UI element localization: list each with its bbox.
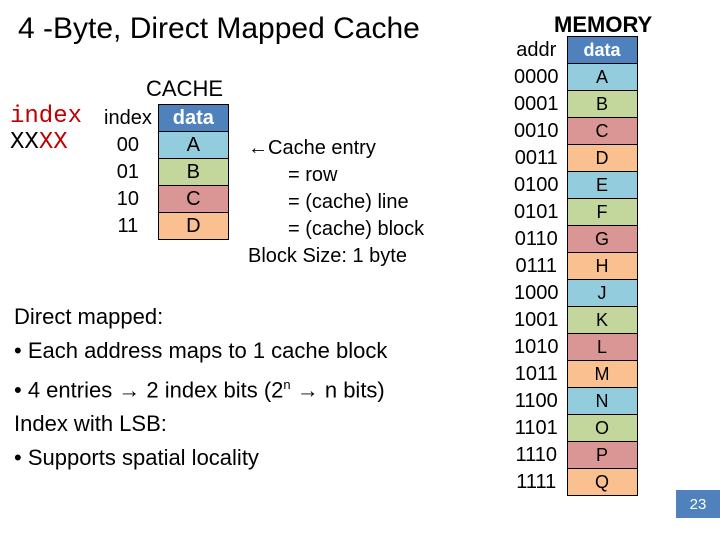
memory-addr: 0110 <box>506 226 567 253</box>
cache-data: B <box>158 159 228 186</box>
memory-header-addr: addr <box>506 37 567 64</box>
memory-row: 1011M <box>506 361 637 388</box>
memory-data: J <box>567 280 637 307</box>
memory-addr: 1100 <box>506 388 567 415</box>
cache-entry-notes: ←Cache entry = row = (cache) line = (cac… <box>248 135 424 270</box>
memory-data: O <box>567 415 637 442</box>
cache-row: 01B <box>98 159 228 186</box>
page-number: 23 <box>676 490 720 518</box>
memory-addr: 1000 <box>506 280 567 307</box>
memory-addr: 0011 <box>506 145 567 172</box>
memory-row: 0111H <box>506 253 637 280</box>
memory-row: 0110G <box>506 226 637 253</box>
memory-addr: 1111 <box>506 469 567 496</box>
memory-data: C <box>567 118 637 145</box>
memory-header-row: addr data <box>506 37 637 64</box>
index-lsb-heading: Index with LSB: <box>14 407 387 441</box>
memory-addr: 0101 <box>506 199 567 226</box>
memory-addr: 0000 <box>506 64 567 91</box>
memory-data: F <box>567 199 637 226</box>
memory-addr: 0100 <box>506 172 567 199</box>
cache-row: 11D <box>98 213 228 240</box>
cache-row: 10C <box>98 186 228 213</box>
memory-addr: 0111 <box>506 253 567 280</box>
cache-header-index: index <box>98 105 158 132</box>
memory-addr: 1101 <box>506 415 567 442</box>
memory-addr: 1001 <box>506 307 567 334</box>
memory-row: 1110P <box>506 442 637 469</box>
cache-header-row: index data <box>98 105 228 132</box>
memory-data: E <box>567 172 637 199</box>
cache-index: 01 <box>98 159 158 186</box>
memory-data: K <box>567 307 637 334</box>
memory-row: 0101F <box>506 199 637 226</box>
cache-index: 11 <box>98 213 158 240</box>
memory-data: L <box>567 334 637 361</box>
memory-data: Q <box>567 469 637 496</box>
index-bits-label: index XXXX <box>10 104 82 156</box>
cache-data: C <box>158 186 228 213</box>
memory-row: 1100N <box>506 388 637 415</box>
memory-addr: 0010 <box>506 118 567 145</box>
memory-data: A <box>567 64 637 91</box>
cache-data: D <box>158 213 228 240</box>
body-text: Direct mapped: • Each address maps to 1 … <box>14 300 387 475</box>
memory-addr: 1110 <box>506 442 567 469</box>
memory-data: D <box>567 145 637 172</box>
index-word: index <box>10 104 82 130</box>
memory-data: N <box>567 388 637 415</box>
memory-row: 0000A <box>506 64 637 91</box>
memory-addr: 1010 <box>506 334 567 361</box>
memory-data: G <box>567 226 637 253</box>
bullet-each-address: • Each address maps to 1 cache block <box>14 334 387 368</box>
cache-row: 00A <box>98 132 228 159</box>
cache-table: index data 00A01B10C11D <box>98 104 229 240</box>
note-cache-entry: ←Cache entry <box>248 135 424 162</box>
cache-data: A <box>158 132 228 159</box>
cache-header-data: data <box>158 105 228 132</box>
bullet-index-bits: • 4 entries → 2 index bits (2n → n bits) <box>14 368 387 407</box>
index-bits: XXXX <box>10 129 68 156</box>
memory-row: 1001K <box>506 307 637 334</box>
memory-data: B <box>567 91 637 118</box>
memory-row: 1000J <box>506 280 637 307</box>
memory-row: 0010C <box>506 118 637 145</box>
memory-row: 1101O <box>506 415 637 442</box>
cache-heading: CACHE <box>146 76 223 102</box>
cache-index: 00 <box>98 132 158 159</box>
bullet-spatial-locality: • Supports spatial locality <box>14 441 387 475</box>
memory-data: H <box>567 253 637 280</box>
memory-data: M <box>567 361 637 388</box>
memory-heading: MEMORY <box>554 12 652 38</box>
cache-index: 10 <box>98 186 158 213</box>
memory-data: P <box>567 442 637 469</box>
note-block-size: Block Size: 1 byte <box>248 243 424 270</box>
memory-row: 1111Q <box>506 469 637 496</box>
memory-row: 0001B <box>506 91 637 118</box>
memory-row: 1010L <box>506 334 637 361</box>
memory-addr: 1011 <box>506 361 567 388</box>
note-line: = (cache) line <box>248 189 424 216</box>
memory-row: 0100E <box>506 172 637 199</box>
note-block: = (cache) block <box>248 216 424 243</box>
direct-mapped-heading: Direct mapped: <box>14 300 387 334</box>
memory-header-data: data <box>567 37 637 64</box>
memory-row: 0011D <box>506 145 637 172</box>
memory-addr: 0001 <box>506 91 567 118</box>
note-row: = row <box>248 162 424 189</box>
memory-table: addr data 0000A0001B0010C0011D0100E0101F… <box>506 36 638 496</box>
